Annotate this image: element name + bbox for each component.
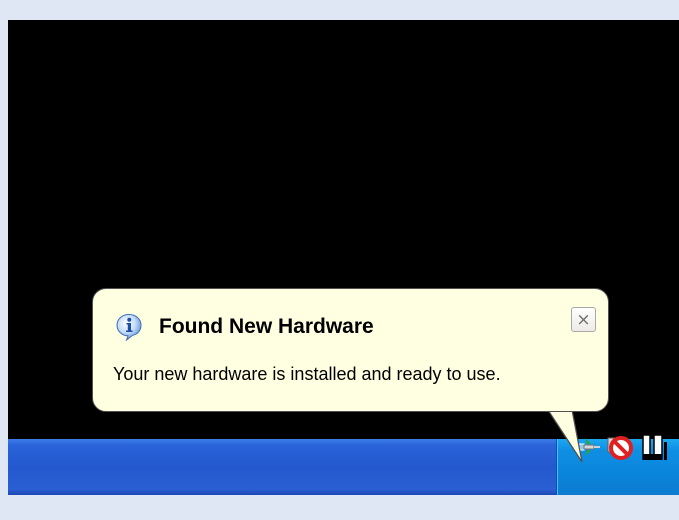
screen-frame — [8, 20, 679, 495]
network-disabled-icon[interactable] — [604, 432, 634, 462]
notification-balloon[interactable]: Found New Hardware × Your new hardware i… — [92, 288, 609, 412]
info-icon — [116, 313, 142, 341]
close-button[interactable]: × — [571, 307, 596, 332]
safely-remove-hardware-icon[interactable] — [573, 432, 603, 462]
notification-message: Your new hardware is installed and ready… — [113, 364, 501, 384]
connection-icon[interactable] — [640, 432, 668, 464]
notification-title: Found New Hardware — [159, 315, 374, 338]
